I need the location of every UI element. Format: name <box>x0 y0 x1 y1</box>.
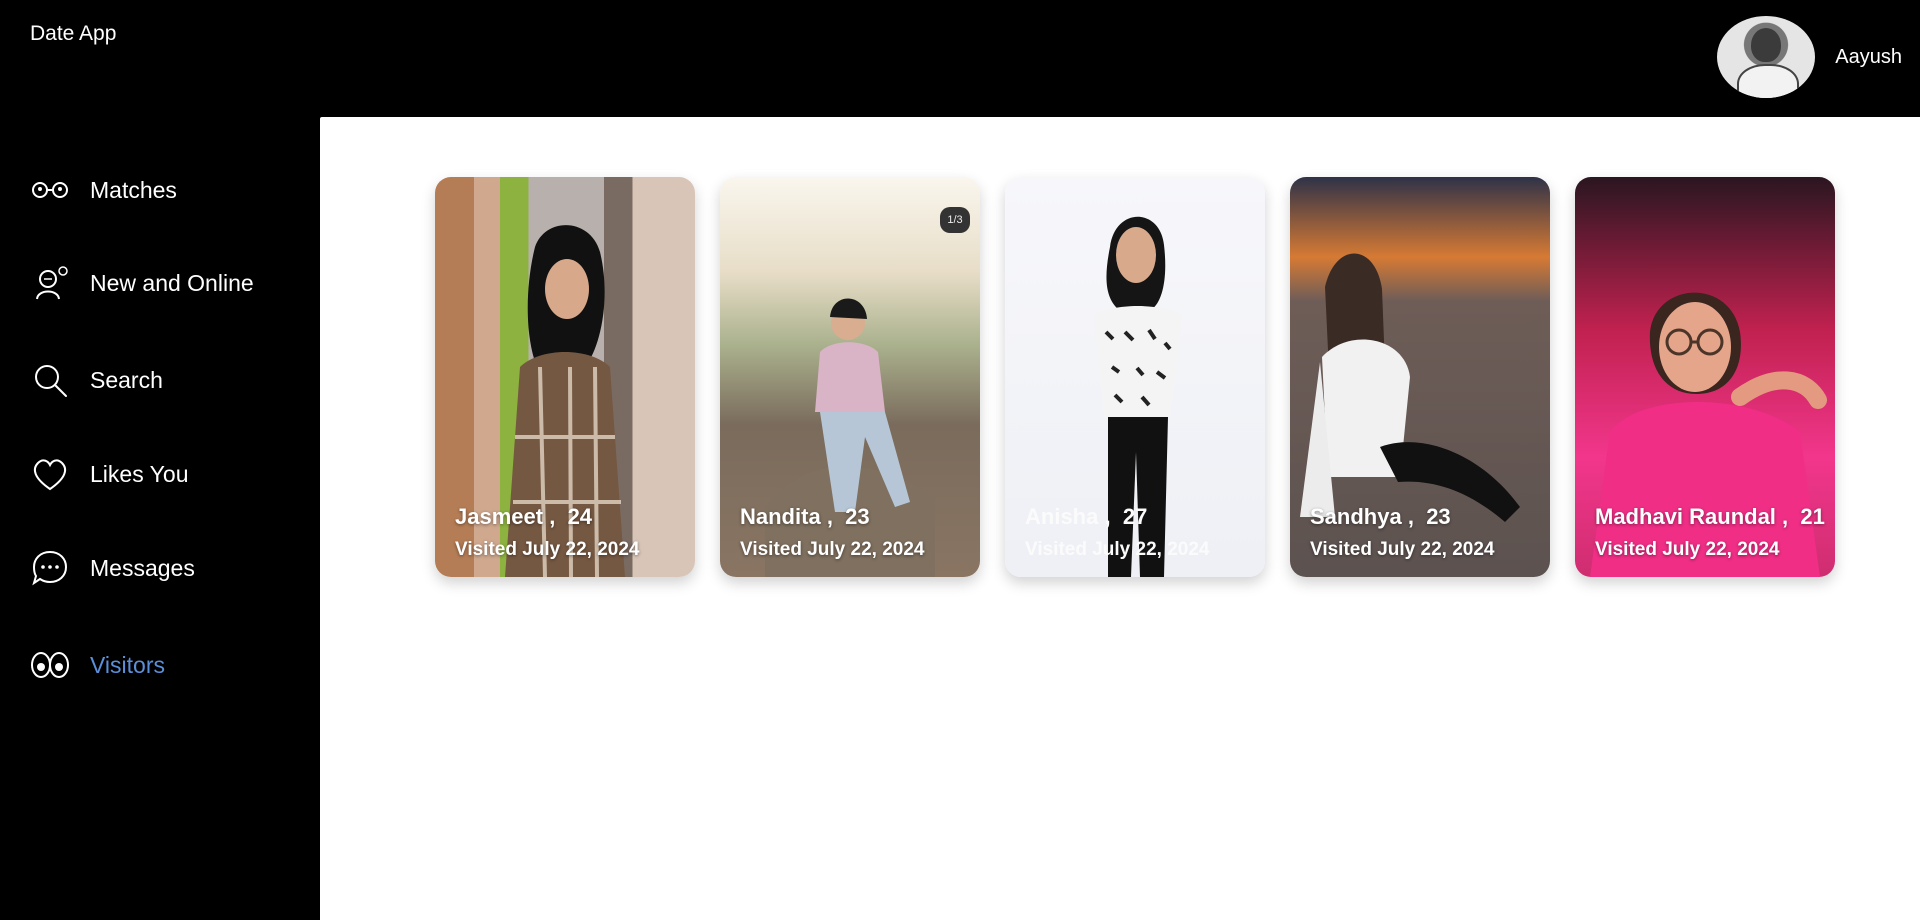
eyes-icon <box>30 645 70 685</box>
app-title: Date App <box>30 22 117 45</box>
sidebar-item-new-and-online[interactable]: New and Online <box>30 263 254 303</box>
top-header: Date App Aayush <box>0 0 1920 117</box>
visitor-info: Jasmeet , 24 Visited July 22, 2024 <box>455 504 685 561</box>
visitor-age: 24 <box>567 504 593 529</box>
name-age-separator: , <box>1782 504 1789 529</box>
visitor-info: Madhavi Raundal , 21 Visited July 22, 20… <box>1595 504 1825 561</box>
new-online-icon <box>30 263 70 303</box>
chat-bubble-icon <box>30 548 70 588</box>
visitor-name-age: Anisha , 27 <box>1025 504 1255 530</box>
sidebar: Matches New and Online Search Likes You <box>0 117 320 920</box>
visitor-name: Sandhya <box>1310 504 1402 529</box>
visitor-info: Nandita , 23 Visited July 22, 2024 <box>740 504 970 561</box>
visitor-card[interactable]: Sandhya , 23 Visited July 22, 2024 <box>1290 177 1550 577</box>
photo-count-badge: 1/3 <box>940 207 970 233</box>
visitor-info: Anisha , 27 Visited July 22, 2024 <box>1025 504 1255 561</box>
visitor-name-age: Jasmeet , 24 <box>455 504 685 530</box>
sidebar-item-label: Messages <box>90 554 195 581</box>
sidebar-item-messages[interactable]: Messages <box>30 548 195 588</box>
sidebar-item-search[interactable]: Search <box>30 360 163 400</box>
visitor-name: Madhavi Raundal <box>1595 504 1776 529</box>
sidebar-item-visitors[interactable]: Visitors <box>30 645 165 685</box>
sidebar-item-label: Search <box>90 366 163 393</box>
visitor-info: Sandhya , 23 Visited July 22, 2024 <box>1310 504 1540 561</box>
visitor-age: 27 <box>1122 504 1148 529</box>
visited-date: Visited July 22, 2024 <box>740 539 925 560</box>
name-age-separator: , <box>826 504 833 529</box>
name-age-separator: , <box>549 504 556 529</box>
sidebar-item-label: Visitors <box>90 651 165 678</box>
name-age-separator: , <box>1407 504 1414 529</box>
user-name[interactable]: Aayush <box>1835 46 1902 69</box>
visited-date: Visited July 22, 2024 <box>1310 539 1495 560</box>
visitor-card[interactable]: Jasmeet , 24 Visited July 22, 2024 <box>435 177 695 577</box>
visitor-age: 23 <box>1426 504 1451 529</box>
visited-date: Visited July 22, 2024 <box>1595 539 1780 560</box>
sidebar-item-label: Matches <box>90 176 177 203</box>
user-avatar[interactable] <box>1717 16 1816 98</box>
sidebar-item-label: Likes You <box>90 460 189 487</box>
user-profile[interactable]: Aayush <box>1717 16 1920 98</box>
visitor-age: 23 <box>845 504 870 529</box>
visitor-card[interactable]: Madhavi Raundal , 21 Visited July 22, 20… <box>1575 177 1835 577</box>
visitor-age: 21 <box>1800 504 1825 529</box>
sidebar-item-likes-you[interactable]: Likes You <box>30 454 188 494</box>
heart-icon <box>30 454 70 494</box>
visited-date: Visited July 22, 2024 <box>1025 539 1210 560</box>
visitor-name-age: Nandita , 23 <box>740 504 970 530</box>
visitor-name-age: Sandhya , 23 <box>1310 504 1540 530</box>
sidebar-item-matches[interactable]: Matches <box>30 170 177 210</box>
search-icon <box>30 360 70 400</box>
visitor-card[interactable]: Anisha , 27 Visited July 22, 2024 <box>1005 177 1265 577</box>
visitor-name: Nandita <box>740 504 821 529</box>
visitor-name: Jasmeet <box>455 504 544 529</box>
visitor-name: Anisha <box>1025 504 1099 529</box>
visitor-card-list: Jasmeet , 24 Visited July 22, 2024 1/3 N… <box>435 177 1835 577</box>
visitors-content: Jasmeet , 24 Visited July 22, 2024 1/3 N… <box>320 117 1920 920</box>
app-window: Date App Aayush Matches New and Online S… <box>0 0 1920 920</box>
sidebar-item-label: New and Online <box>90 269 254 296</box>
visitor-card[interactable]: 1/3 Nandita , 23 Visited July 22, 2024 <box>720 177 980 577</box>
matches-icon <box>30 170 70 210</box>
name-age-separator: , <box>1104 504 1111 529</box>
visited-date: Visited July 22, 2024 <box>455 539 640 560</box>
visitor-name-age: Madhavi Raundal , 21 <box>1595 504 1825 530</box>
